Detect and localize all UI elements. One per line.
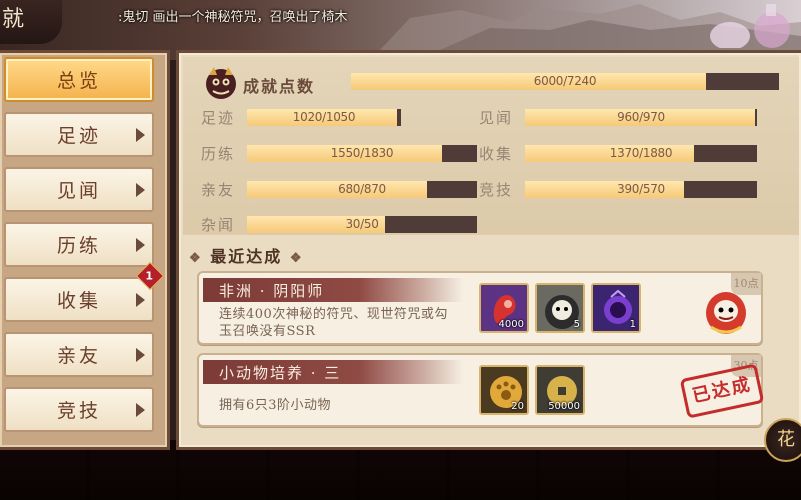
sidebar-item-label: 见闻 (56, 180, 101, 202)
chevron-right-icon (136, 183, 145, 197)
achievement-card[interactable]: 非洲 · 阴阳师 连续400次神秘的符咒、现世符咒或勾玉召唤没有SSR 10点 … (197, 271, 763, 345)
sidebar-item-label: 竞技 (56, 400, 101, 422)
achievement-summary: 成就点数 6000/7240 足迹 1020/1050 见闻 960/970 历… (183, 57, 799, 235)
sidebar-item-label: 历练 (56, 235, 101, 257)
chevron-right-icon (136, 238, 145, 252)
sidebar-item-label: 总览 (56, 70, 101, 92)
category-sidebar: 总览 足迹 见闻 历练 收集 亲友 竞技 (0, 50, 170, 450)
sidebar-item-label: 足迹 (56, 125, 101, 147)
reward-count: 20 (511, 401, 524, 412)
chevron-right-icon (136, 293, 145, 307)
achievement-panel: 成就点数 6000/7240 足迹 1020/1050 见闻 960/970 历… (176, 50, 801, 450)
flower-menu-button[interactable]: 花 (764, 418, 801, 462)
score-value: 6000/7240 (533, 74, 597, 88)
sidebar-item-knowledge[interactable]: 见闻 (4, 167, 154, 212)
stat-label-misc: 杂闻 (201, 216, 236, 234)
stat-label-arena: 竞技 (479, 181, 514, 199)
sidebar-item-friends[interactable]: 亲友 (4, 332, 154, 377)
stat-bar-collection: 1370/1880 (525, 145, 757, 162)
reward-slot[interactable]: 20 (479, 365, 529, 415)
diamond-ornament-icon: ❖ (289, 251, 304, 266)
reward-slot[interactable]: 1 (591, 283, 641, 333)
page-title: 就 (0, 0, 62, 44)
achievement-title: 小动物培养 · 三 (219, 364, 342, 382)
recent-title-text: 最近达成 (210, 247, 283, 266)
stat-bar-footprint: 1020/1050 (247, 109, 401, 126)
stat-bar-training: 1550/1830 (247, 145, 477, 162)
stat-value: 30/50 (345, 217, 379, 231)
stat-value: 1370/1880 (609, 146, 673, 160)
reward-slot[interactable]: 50000 (535, 365, 585, 415)
sidebar-item-collection[interactable]: 收集 (4, 277, 154, 322)
achievement-description: 拥有6只3阶小动物 (219, 398, 332, 413)
achievement-description: 连续400次神秘的符咒、现世符咒或勾玉召唤没有SSR (219, 307, 448, 339)
chevron-right-icon (136, 403, 145, 417)
achieved-stamp: 已达成 (679, 363, 765, 419)
stat-value: 1550/1830 (330, 146, 394, 160)
sidebar-item-footprint[interactable]: 足迹 (4, 112, 154, 157)
stat-bar-misc: 30/50 (247, 216, 477, 233)
oni-mask-icon (206, 67, 236, 99)
score-progress-bar: 6000/7240 (351, 73, 779, 90)
achievement-title: 非洲 · 阴阳师 (219, 282, 325, 300)
sidebar-item-overview[interactable]: 总览 (4, 57, 154, 102)
stat-bar-friends: 680/870 (247, 181, 477, 198)
stat-value: 960/970 (617, 110, 665, 124)
stat-value: 390/570 (617, 182, 665, 196)
stat-bar-arena: 390/570 (525, 181, 757, 198)
stat-value: 1020/1050 (292, 110, 356, 124)
sidebar-item-training[interactable]: 历练 (4, 222, 154, 267)
sidebar-item-label: 亲友 (56, 345, 101, 367)
diamond-ornament-icon: ❖ (189, 251, 203, 266)
daruma-badge-icon (706, 292, 746, 334)
stat-label-friends: 亲友 (201, 181, 236, 199)
chevron-right-icon (136, 128, 145, 142)
stat-label-collection: 收集 (479, 145, 514, 163)
reward-count: 5 (573, 319, 580, 330)
reward-count: 1 (629, 319, 636, 330)
stat-bar-knowledge: 960/970 (525, 109, 757, 126)
reward-slot[interactable]: 4000 (479, 283, 529, 333)
stat-value: 680/870 (338, 182, 386, 196)
recent-achievements-heading: ❖ 最近达成 ❖ (189, 243, 303, 267)
achievement-card[interactable]: 小动物培养 · 三 拥有6只3阶小动物 30点 20 50000 已达成 (197, 353, 765, 427)
sidebar-item-arena[interactable]: 竞技 (4, 387, 154, 432)
score-label: 成就点数 (243, 77, 316, 96)
stat-label-training: 历练 (201, 145, 236, 163)
reward-count: 50000 (548, 401, 580, 412)
potion-bottles-decoration (710, 4, 790, 48)
stat-label-footprint: 足迹 (201, 109, 236, 127)
sidebar-item-label: 收集 (56, 290, 101, 312)
stat-label-knowledge: 见闻 (479, 109, 514, 127)
chevron-right-icon (136, 348, 145, 362)
reward-slot[interactable]: 5 (535, 283, 585, 333)
reward-count: 4000 (498, 319, 524, 330)
broadcast-marquee: :鬼切 画出一个神秘符咒，召唤出了椅木 (118, 10, 348, 25)
